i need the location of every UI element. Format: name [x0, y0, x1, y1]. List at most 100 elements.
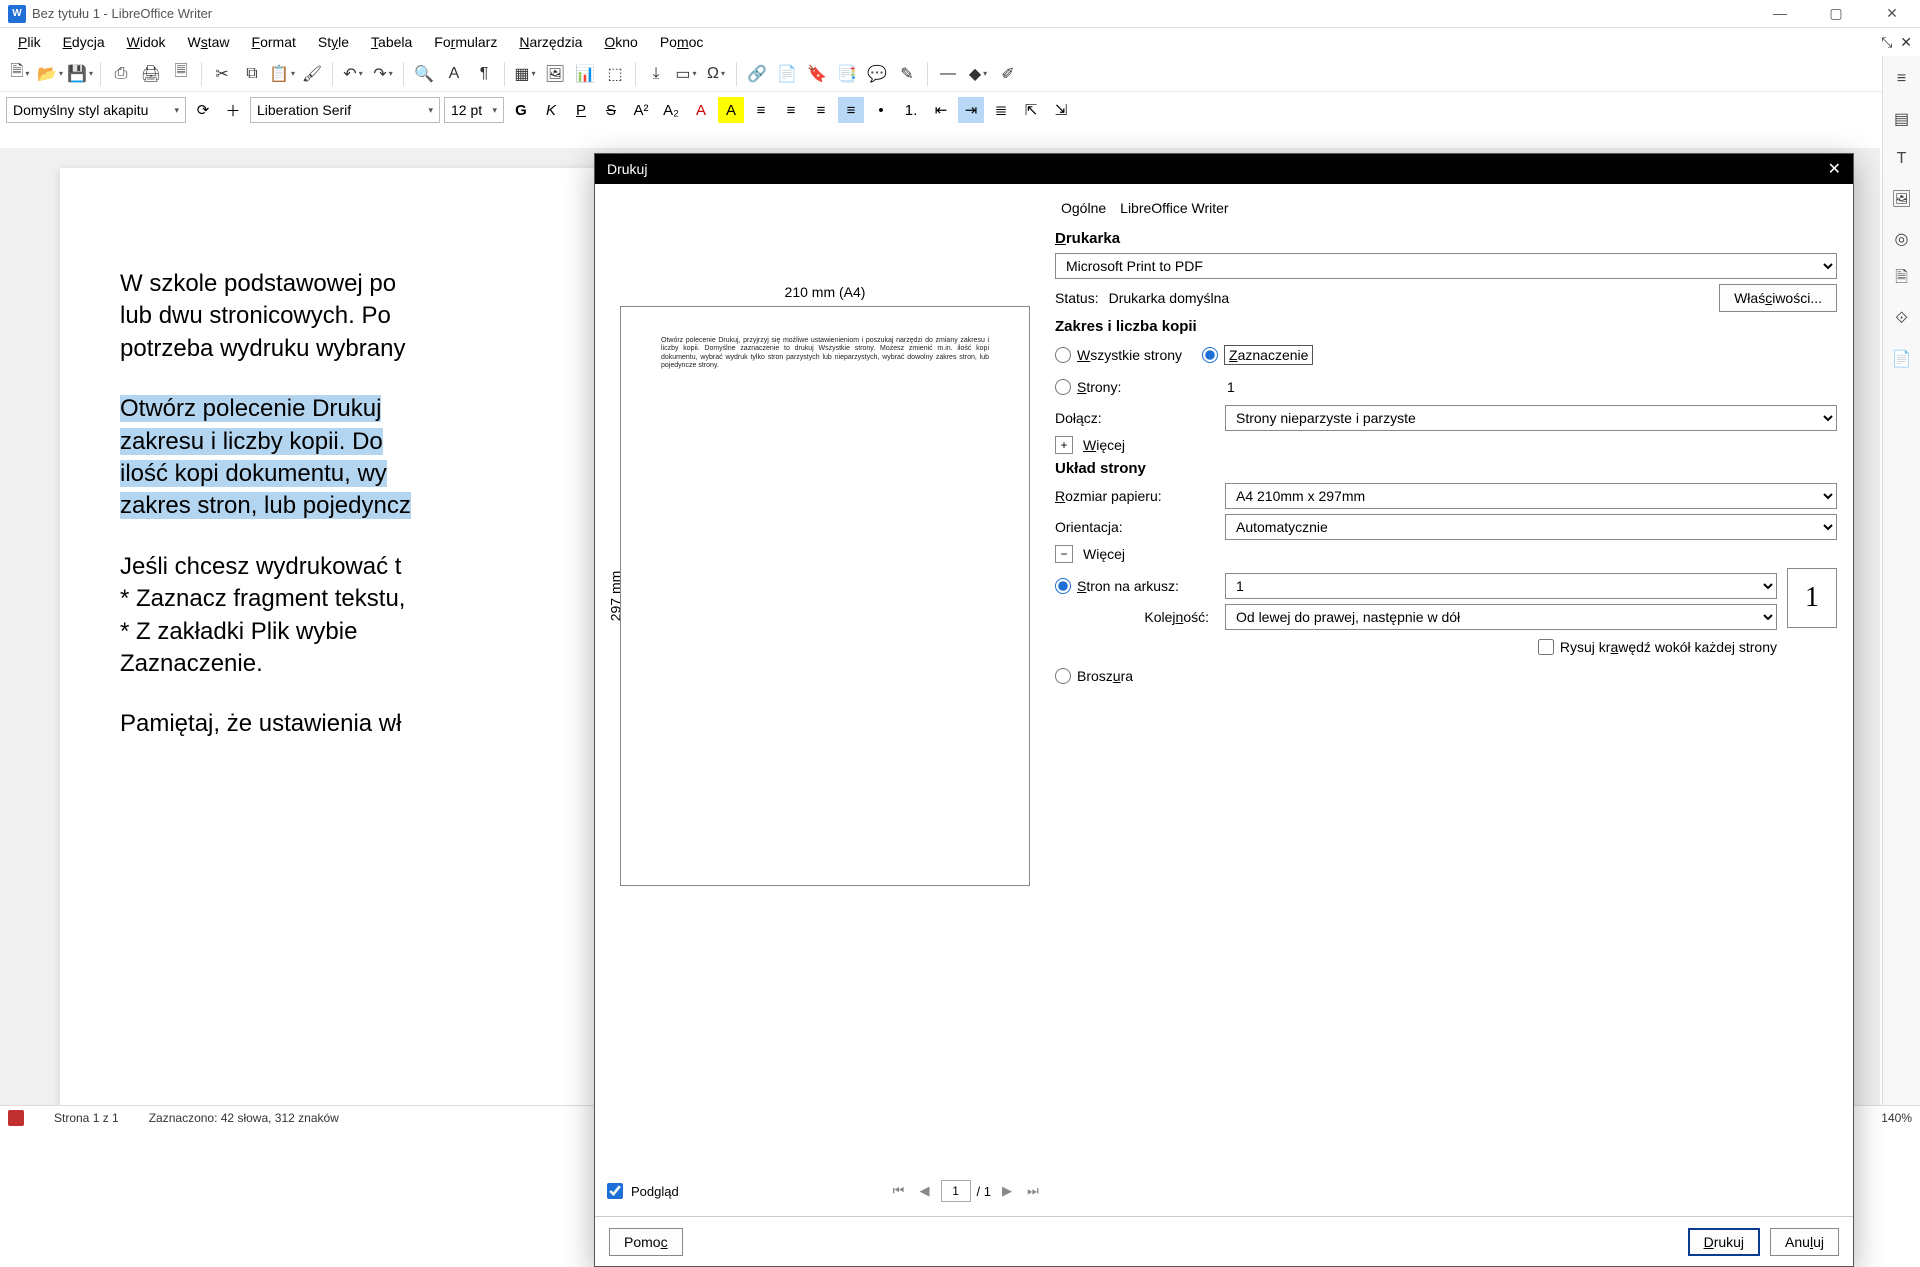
expand-more-1[interactable]: +	[1055, 436, 1073, 454]
textbox-button[interactable]: ⬚	[601, 60, 629, 88]
copy-button[interactable]: ⧉	[238, 60, 266, 88]
redo-button[interactable]: ↷	[369, 60, 397, 88]
bold-button[interactable]: G	[508, 97, 534, 123]
menu-edycja[interactable]: Edycja	[53, 30, 115, 54]
sidebar-menu-icon[interactable]: ≡	[1889, 66, 1915, 92]
pages-per-sheet-select[interactable]: 1	[1225, 573, 1777, 599]
bullet-list-button[interactable]: •	[868, 97, 894, 123]
inspector-icon[interactable]: ⟐	[1889, 306, 1915, 332]
selection-radio[interactable]	[1202, 347, 1218, 363]
clone-format-button[interactable]: 🖌	[298, 60, 326, 88]
all-pages-radio[interactable]	[1055, 347, 1071, 363]
underline-button[interactable]: P	[568, 97, 594, 123]
tab-general[interactable]: Ogólne	[1061, 200, 1106, 216]
align-justify-button[interactable]: ≡	[838, 97, 864, 123]
hyperlink-button[interactable]: 🔗	[743, 60, 771, 88]
new-style-button[interactable]: ＋	[220, 97, 246, 123]
align-right-button[interactable]: ≡	[808, 97, 834, 123]
expand-more-2[interactable]: −	[1055, 545, 1073, 563]
font-name-combo[interactable]: Liberation Serif	[250, 97, 440, 123]
undo-button[interactable]: ↶	[339, 60, 367, 88]
increase-spacing-button[interactable]: ⇱	[1018, 97, 1044, 123]
include-select[interactable]: Strony nieparzyste i parzyste	[1225, 405, 1837, 431]
navigator-icon[interactable]: ◎	[1889, 226, 1915, 252]
order-select[interactable]: Od lewej do prawej, następnie w dół	[1225, 604, 1777, 630]
manage-changes-icon[interactable]: 📄	[1889, 346, 1915, 372]
number-list-button[interactable]: 1.	[898, 97, 924, 123]
more-2-label[interactable]: Więcej	[1083, 546, 1125, 562]
strikethrough-button[interactable]: S	[598, 97, 624, 123]
menu-wstaw[interactable]: Wstaw	[178, 30, 240, 54]
new-button[interactable]: 🗎	[6, 60, 34, 88]
paper-select[interactable]: A4 210mm x 297mm	[1225, 483, 1837, 509]
dialog-close-button[interactable]: ✕	[1828, 159, 1841, 179]
close-button[interactable]: ✕	[1872, 5, 1912, 22]
formatting-marks-button[interactable]: ¶	[470, 60, 498, 88]
align-left-button[interactable]: ≡	[748, 97, 774, 123]
indent-button[interactable]: ⇥	[958, 97, 984, 123]
properties-button[interactable]: Właściwości...	[1719, 284, 1837, 312]
font-color-button[interactable]: A	[688, 97, 714, 123]
cut-button[interactable]: ✂	[208, 60, 236, 88]
page-icon[interactable]: 🗎	[1889, 266, 1915, 292]
menu-okno[interactable]: Okno	[594, 30, 647, 54]
footnote-button[interactable]: 📄	[773, 60, 801, 88]
next-page-button[interactable]: ▶	[997, 1181, 1017, 1201]
gallery-icon[interactable]: 🖼	[1889, 186, 1915, 212]
printer-select[interactable]: Microsoft Print to PDF	[1055, 253, 1837, 279]
draw-border-checkbox[interactable]	[1538, 639, 1554, 655]
paragraph-style-combo[interactable]: Domyślny styl akapitu	[6, 97, 186, 123]
menu-pomoc[interactable]: Pomoc	[650, 30, 714, 54]
arrow-icon[interactable]: ⤡	[1881, 34, 1892, 51]
prev-page-button[interactable]: ◀	[915, 1181, 935, 1201]
find-button[interactable]: 🔍	[410, 60, 438, 88]
superscript-button[interactable]: A²	[628, 97, 654, 123]
print-button-dialog[interactable]: Drukuj	[1688, 1228, 1760, 1256]
print-button[interactable]: 🖨	[137, 60, 165, 88]
update-style-button[interactable]: ⟳	[190, 97, 216, 123]
align-center-button[interactable]: ≡	[778, 97, 804, 123]
table-button[interactable]: ▦	[511, 60, 539, 88]
decrease-spacing-button[interactable]: ⇲	[1048, 97, 1074, 123]
menu-plik[interactable]: Plik	[8, 30, 51, 54]
open-button[interactable]: 📂	[36, 60, 64, 88]
menu-style[interactable]: Style	[308, 30, 359, 54]
close-doc-icon[interactable]: ✕	[1900, 34, 1912, 51]
first-page-button[interactable]: ⏮	[889, 1181, 909, 1201]
outdent-button[interactable]: ⇤	[928, 97, 954, 123]
export-pdf-button[interactable]: ⎙	[107, 60, 135, 88]
pages-input[interactable]	[1225, 374, 1837, 400]
line-spacing-button[interactable]: ≣	[988, 97, 1014, 123]
highlight-button[interactable]: A	[718, 97, 744, 123]
bookmark-button[interactable]: 🔖	[803, 60, 831, 88]
special-char-button[interactable]: Ω	[702, 60, 730, 88]
last-page-button[interactable]: ⏭	[1023, 1181, 1043, 1201]
line-button[interactable]: —	[934, 60, 962, 88]
menu-widok[interactable]: Widok	[117, 30, 176, 54]
styles-icon[interactable]: T	[1889, 146, 1915, 172]
orientation-select[interactable]: Automatycznie	[1225, 514, 1837, 540]
properties-icon[interactable]: ▤	[1889, 106, 1915, 132]
cross-ref-button[interactable]: 📑	[833, 60, 861, 88]
shapes-button[interactable]: ◆	[964, 60, 992, 88]
pages-per-sheet-radio[interactable]	[1055, 578, 1071, 594]
comment-button[interactable]: 💬	[863, 60, 891, 88]
tab-writer[interactable]: LibreOffice Writer	[1120, 200, 1228, 216]
menu-format[interactable]: Format	[242, 30, 306, 54]
save-button[interactable]: 💾	[66, 60, 94, 88]
zoom-status[interactable]: 140%	[1881, 1111, 1912, 1125]
font-size-combo[interactable]: 12 pt	[444, 97, 504, 123]
page-number-input[interactable]	[941, 1180, 971, 1202]
field-button[interactable]: ▭	[672, 60, 700, 88]
chart-button[interactable]: 📊	[571, 60, 599, 88]
more-1-label[interactable]: Więcej	[1083, 437, 1125, 453]
brochure-radio[interactable]	[1055, 668, 1071, 684]
save-status-icon[interactable]	[8, 1110, 24, 1126]
italic-button[interactable]: K	[538, 97, 564, 123]
minimize-button[interactable]: —	[1760, 5, 1800, 22]
maximize-button[interactable]: ▢	[1816, 5, 1856, 22]
track-changes-button[interactable]: ✎	[893, 60, 921, 88]
image-button[interactable]: 🖼	[541, 60, 569, 88]
pages-radio[interactable]	[1055, 379, 1071, 395]
cancel-button[interactable]: Anuluj	[1770, 1228, 1839, 1256]
